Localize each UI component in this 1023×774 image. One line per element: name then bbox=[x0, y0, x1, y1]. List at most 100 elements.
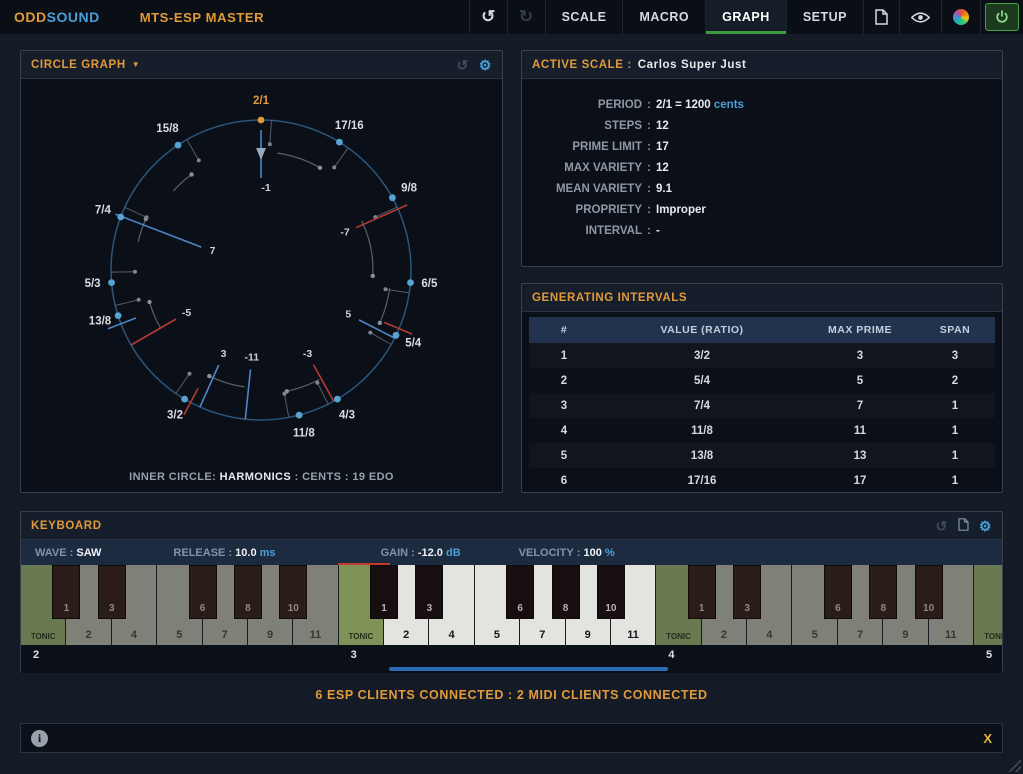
control-velocity[interactable]: VELOCITY : 100 % bbox=[519, 547, 615, 559]
black-key-label: 10 bbox=[598, 603, 624, 614]
svg-text:5/3: 5/3 bbox=[85, 278, 101, 290]
scale-row-value: Improper bbox=[656, 200, 1002, 221]
black-key-3[interactable]: 3 bbox=[98, 565, 126, 619]
caption-prefix: INNER CIRCLE: bbox=[129, 471, 220, 483]
black-key-6[interactable]: 6 bbox=[189, 565, 217, 619]
scale-row-label: INTERVAL bbox=[536, 221, 642, 242]
keyboard-notes-icon[interactable] bbox=[958, 518, 969, 533]
svg-text:11/8: 11/8 bbox=[293, 428, 315, 440]
table-cell: 3/2 bbox=[599, 350, 805, 362]
control-separator: : bbox=[574, 547, 584, 559]
black-key-label: 6 bbox=[507, 603, 533, 614]
reset-icon[interactable]: ↺ bbox=[457, 58, 469, 72]
color-wheel-icon[interactable] bbox=[941, 0, 980, 34]
scale-row-label: PRIME LIMIT bbox=[536, 137, 642, 158]
control-value: -12.0 bbox=[418, 547, 443, 559]
black-key-3[interactable]: 3 bbox=[733, 565, 761, 619]
white-key-label: 5 bbox=[475, 629, 519, 641]
table-cell: 1 bbox=[529, 350, 599, 362]
black-key-1[interactable]: 1 bbox=[688, 565, 716, 619]
table-cell: 7/4 bbox=[599, 400, 805, 412]
active-scale-header: ACTIVE SCALE : Carlos Super Just bbox=[522, 51, 1002, 79]
svg-text:17/16: 17/16 bbox=[335, 120, 364, 132]
generating-intervals-title: GENERATING INTERVALS bbox=[532, 292, 687, 304]
control-gain[interactable]: GAIN : -12.0 dB bbox=[381, 547, 461, 559]
keyboard-octave-2: TONIC2457911136810 bbox=[21, 565, 339, 645]
black-key-8[interactable]: 8 bbox=[552, 565, 580, 619]
black-key-8[interactable]: 8 bbox=[869, 565, 897, 619]
notes-icon[interactable] bbox=[863, 0, 899, 34]
main-content: CIRCLE GRAPH ▼ ↺ ⚙ -1-75-3-113-572/117/1… bbox=[0, 34, 1023, 753]
svg-text:9/8: 9/8 bbox=[401, 183, 418, 195]
white-key-label: 5 bbox=[792, 629, 836, 641]
black-key-3[interactable]: 3 bbox=[415, 565, 443, 619]
info-icon[interactable]: i bbox=[31, 730, 48, 747]
svg-text:6/5: 6/5 bbox=[421, 278, 438, 290]
keyboard-controls: WAVE : SAW RELEASE : 10.0 ms GAIN : -12.0 … bbox=[21, 540, 1002, 565]
control-value: 10.0 bbox=[235, 547, 256, 559]
keyboard-reset-icon[interactable]: ↺ bbox=[936, 519, 948, 533]
circle-graph[interactable]: -1-75-3-113-572/117/169/86/55/44/311/83/… bbox=[21, 79, 502, 475]
black-key-6[interactable]: 6 bbox=[506, 565, 534, 619]
table-cell: 1 bbox=[915, 400, 995, 412]
column-header: VALUE (RATIO) bbox=[599, 324, 805, 336]
active-scale-panel: ACTIVE SCALE : Carlos Super Just PERIOD:… bbox=[521, 50, 1003, 267]
black-key-1[interactable]: 1 bbox=[370, 565, 398, 619]
gear-icon[interactable]: ⚙ bbox=[479, 58, 492, 72]
table-cell: 1 bbox=[915, 475, 995, 487]
black-key-label: 1 bbox=[371, 603, 397, 614]
column-header: SPAN bbox=[915, 324, 995, 336]
white-key-label: 5 bbox=[157, 629, 201, 641]
svg-text:15/8: 15/8 bbox=[156, 123, 179, 135]
keyboard-scrollbar-thumb[interactable] bbox=[389, 667, 669, 671]
control-release[interactable]: RELEASE : 10.0 ms bbox=[173, 547, 275, 559]
black-key-label: 8 bbox=[553, 603, 579, 614]
svg-text:3/2: 3/2 bbox=[167, 410, 183, 422]
scale-row: PRIME LIMIT:17 bbox=[536, 137, 1002, 158]
table-cell: 11/8 bbox=[599, 425, 805, 437]
keyboard-gear-icon[interactable]: ⚙ bbox=[979, 519, 992, 533]
control-value: 100 bbox=[583, 547, 601, 559]
scale-row-value: - bbox=[656, 221, 1002, 242]
keyboard-scrollbar[interactable] bbox=[21, 665, 1002, 673]
white-key-label: 11 bbox=[293, 629, 337, 641]
scale-row: PROPRIETY:Improper bbox=[536, 200, 1002, 221]
close-message-button[interactable]: X bbox=[983, 731, 992, 746]
control-label: WAVE bbox=[35, 547, 67, 559]
octave-number: 2 bbox=[21, 649, 339, 661]
black-key-10[interactable]: 10 bbox=[279, 565, 307, 619]
tab-setup[interactable]: SETUP bbox=[786, 0, 863, 34]
tab-graph[interactable]: GRAPH bbox=[705, 0, 786, 34]
resize-grip[interactable] bbox=[1007, 758, 1021, 772]
caption-suffix: : CENTS : 19 EDO bbox=[291, 471, 394, 483]
dropdown-arrow-icon[interactable]: ▼ bbox=[132, 60, 141, 69]
black-key-8[interactable]: 8 bbox=[234, 565, 262, 619]
table-row: 513/8131 bbox=[529, 443, 995, 468]
keyboard-octave-4: TONIC2457911136810 bbox=[656, 565, 974, 645]
table-row: 411/8111 bbox=[529, 418, 995, 443]
app-logo: ODDSOUND bbox=[0, 0, 114, 34]
black-key-1[interactable]: 1 bbox=[52, 565, 80, 619]
control-label: VELOCITY bbox=[519, 547, 574, 559]
keyboard-header: KEYBOARD ↺ ⚙ bbox=[21, 512, 1002, 540]
control-wave[interactable]: WAVE : SAW bbox=[35, 547, 101, 559]
scale-row-value: 17 bbox=[656, 137, 1002, 158]
table-cell: 17/16 bbox=[599, 475, 805, 487]
eye-icon[interactable] bbox=[899, 0, 941, 34]
black-key-10[interactable]: 10 bbox=[597, 565, 625, 619]
keyboard-panel: KEYBOARD ↺ ⚙ WAVE : SAW RELEASE : 10.0 ms… bbox=[20, 511, 1003, 672]
black-key-6[interactable]: 6 bbox=[824, 565, 852, 619]
black-key-10[interactable]: 10 bbox=[915, 565, 943, 619]
svg-text:7: 7 bbox=[210, 245, 216, 257]
undo-icon[interactable]: ↺ bbox=[469, 0, 507, 34]
white-key-tonic[interactable]: TONIC bbox=[974, 565, 1002, 645]
control-separator: : bbox=[67, 547, 77, 559]
white-key-label: 11 bbox=[929, 629, 973, 641]
table-cell: 7 bbox=[805, 400, 915, 412]
circle-graph-title[interactable]: CIRCLE GRAPH bbox=[31, 59, 126, 71]
white-key-label: 4 bbox=[112, 629, 156, 641]
tab-scale[interactable]: SCALE bbox=[545, 0, 623, 34]
tab-macro[interactable]: MACRO bbox=[622, 0, 705, 34]
white-key-label: 9 bbox=[883, 629, 927, 641]
power-button[interactable] bbox=[985, 3, 1019, 31]
